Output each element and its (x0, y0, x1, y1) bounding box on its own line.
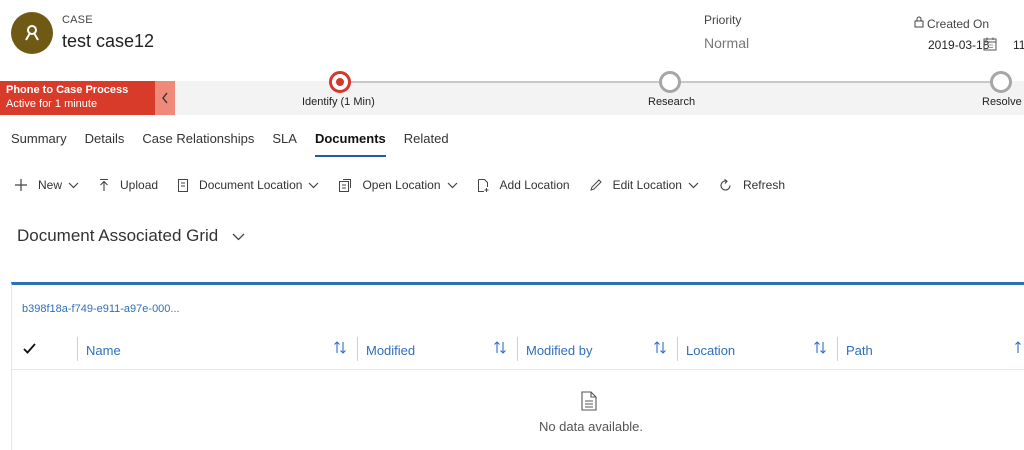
stage-identify-marker[interactable] (329, 71, 351, 93)
chevron-down-icon[interactable] (232, 226, 245, 246)
pencil-icon (589, 179, 602, 191)
chevron-down-icon (688, 182, 699, 189)
grid-title-text: Document Associated Grid (17, 226, 219, 245)
upload-button-label: Upload (120, 178, 159, 192)
grid-title[interactable]: Document Associated Grid (17, 226, 245, 246)
select-all-checkmark-icon[interactable] (23, 341, 36, 359)
folder-link[interactable]: b398f18a-f749-e911-a97e-000... (22, 303, 180, 315)
upload-button[interactable]: Upload (99, 178, 158, 192)
column-header-modified[interactable]: Modified (366, 336, 415, 364)
calendar-icon[interactable] (983, 37, 997, 56)
add-location-icon (477, 178, 489, 192)
priority-value[interactable]: Normal (704, 35, 749, 51)
tab-case-relationships[interactable]: Case Relationships (142, 131, 254, 157)
form-tabs: Summary Details Case Relationships SLA D… (11, 131, 467, 157)
upload-icon (99, 179, 109, 191)
stage-resolve-marker[interactable] (990, 71, 1012, 93)
column-separator (517, 337, 518, 361)
created-on-date: 2019-03-18 (928, 38, 990, 52)
document-location-icon (178, 178, 189, 192)
open-location-label: Open Location (362, 178, 441, 192)
column-header-location[interactable]: Location (686, 336, 735, 364)
command-bar: New Upload Document Location Open Locati… (15, 174, 805, 196)
priority-label: Priority (704, 13, 742, 27)
open-location-button[interactable]: Open Location (339, 178, 457, 192)
column-header-name[interactable]: Name (86, 336, 121, 364)
sort-icon[interactable] (814, 341, 826, 359)
tab-details[interactable]: Details (85, 131, 125, 157)
stage-research-label[interactable]: Research (648, 96, 695, 108)
record-title: test case12 (62, 31, 155, 51)
plus-icon (15, 179, 27, 191)
grid-header-divider (12, 369, 1024, 370)
business-process-bar: Phone to Case Process Active for 1 minut… (0, 71, 1024, 115)
tab-documents[interactable]: Documents (314, 131, 386, 157)
tab-related[interactable]: Related (404, 131, 449, 157)
sort-icon[interactable] (1015, 341, 1023, 359)
document-grid: b398f18a-f749-e911-a97e-000... Name Modi… (11, 282, 1024, 450)
column-separator (77, 337, 78, 361)
edit-location-button[interactable]: Edit Location (589, 178, 699, 192)
document-location-label: Document Location (199, 178, 303, 192)
created-on-text: Created On (927, 16, 990, 31)
refresh-button-label: Refresh (742, 178, 785, 192)
stage-identify-label[interactable]: Identify (1 Min) (302, 96, 375, 108)
tab-summary[interactable]: Summary (11, 131, 67, 157)
case-avatar-icon (11, 12, 53, 54)
sort-icon[interactable] (334, 341, 346, 359)
stage-resolve-label[interactable]: Resolve (982, 96, 1022, 108)
created-on-label: Created On (914, 16, 989, 31)
tab-sla[interactable]: SLA (272, 131, 297, 157)
open-location-icon (339, 178, 352, 192)
document-icon (581, 391, 597, 416)
column-header-modified-by[interactable]: Modified by (526, 336, 592, 364)
document-location-button[interactable]: Document Location (178, 178, 319, 192)
column-separator (677, 337, 678, 361)
add-location-button[interactable]: Add Location (477, 178, 570, 192)
column-separator (837, 337, 838, 361)
empty-grid-message: No data available. (538, 419, 644, 434)
add-location-label: Add Location (499, 178, 570, 192)
column-header-path[interactable]: Path (846, 336, 873, 364)
sort-icon[interactable] (654, 341, 666, 359)
chevron-down-icon (447, 182, 458, 189)
created-on-time: 11 (1013, 38, 1024, 52)
refresh-button[interactable]: Refresh (719, 178, 785, 192)
entity-type-label: CASE (62, 14, 93, 26)
chevron-down-icon (308, 182, 319, 189)
stage-research-marker[interactable] (659, 71, 681, 93)
record-header: CASE test case12 Priority Normal Created… (0, 0, 1024, 80)
refresh-icon (719, 178, 732, 192)
edit-location-label: Edit Location (612, 178, 682, 192)
new-button-label: New (38, 178, 63, 192)
sort-icon[interactable] (494, 341, 506, 359)
new-button[interactable]: New (15, 178, 79, 192)
column-separator (357, 337, 358, 361)
lock-icon (914, 16, 924, 31)
chevron-down-icon (68, 182, 79, 189)
